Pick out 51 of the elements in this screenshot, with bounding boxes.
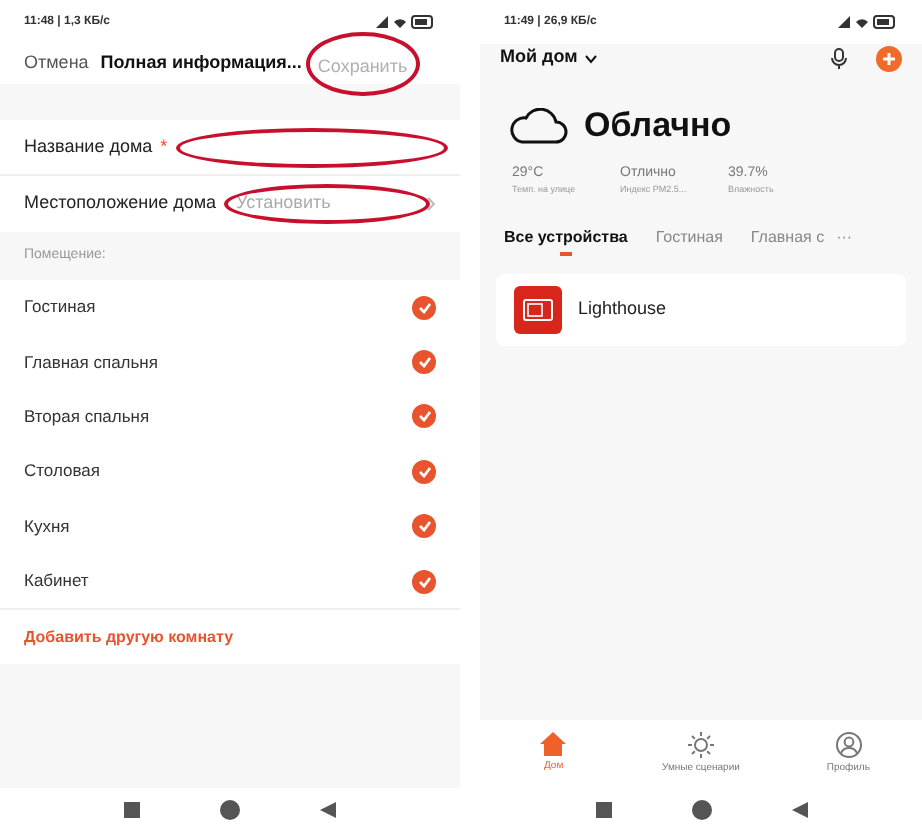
field-placeholder[interactable]: Установить (236, 190, 331, 218)
square-icon[interactable] (595, 802, 611, 818)
circle-icon[interactable] (691, 800, 711, 820)
room-name: Вторая спальня (24, 404, 150, 430)
device-icon (514, 285, 562, 334)
checkmark-icon (417, 356, 431, 369)
field-label: Название дома (24, 133, 153, 160)
cancel-link[interactable]: Отмена (24, 50, 89, 78)
checkmark-icon (417, 301, 431, 314)
more-button[interactable]: ··· (836, 225, 853, 250)
tab[interactable]: Гостиная (655, 225, 723, 250)
add-room-link[interactable]: Добавить другую комнату (24, 625, 234, 650)
tab[interactable]: Главная с (750, 225, 825, 250)
scenes-icon (687, 731, 714, 758)
room-name: Гостиная (24, 294, 96, 321)
room-name: Кухня (24, 513, 70, 540)
device-name: Lighthouse (578, 296, 667, 322)
back-triangle-icon[interactable] (791, 802, 807, 818)
room-checkbox[interactable] (412, 295, 436, 320)
room-name: Столовая (24, 458, 101, 485)
add-icon[interactable] (876, 45, 902, 71)
checkmark-icon (417, 575, 431, 588)
circle-icon[interactable] (220, 800, 240, 820)
room-checkbox[interactable] (412, 404, 436, 429)
microphone-icon[interactable] (830, 47, 848, 69)
room-checkbox[interactable] (412, 514, 436, 539)
save-link[interactable]: Сохранить (317, 56, 408, 76)
room-checkbox[interactable] (412, 350, 436, 375)
device-card[interactable]: Lighthouse (496, 273, 906, 346)
room-name: Кабинет (24, 568, 89, 595)
room-name: Главная спальня (24, 349, 158, 375)
room-checkbox[interactable] (412, 569, 436, 594)
signal-icon (376, 14, 436, 30)
home-icon (540, 732, 567, 757)
cloud-icon (508, 107, 568, 144)
signal-icon (838, 14, 898, 30)
tab[interactable]: Все устройства (504, 225, 628, 250)
chevron-right-icon (426, 196, 436, 212)
profile-icon (835, 731, 862, 758)
checkmark-icon (417, 520, 431, 533)
checkmark-icon (417, 465, 431, 478)
field-label: Местоположение дома (24, 190, 217, 217)
screen-title: Полная информация... (100, 50, 302, 77)
chevron-down-icon[interactable] (583, 53, 598, 63)
annotation-ellipse (305, 32, 420, 96)
home-name[interactable]: Мой дом (500, 44, 578, 72)
required-mark: * (160, 133, 168, 160)
back-triangle-icon[interactable] (320, 802, 336, 818)
weather-condition: Облачно (584, 104, 732, 148)
checkmark-icon (417, 410, 431, 423)
room-checkbox[interactable] (412, 459, 436, 484)
